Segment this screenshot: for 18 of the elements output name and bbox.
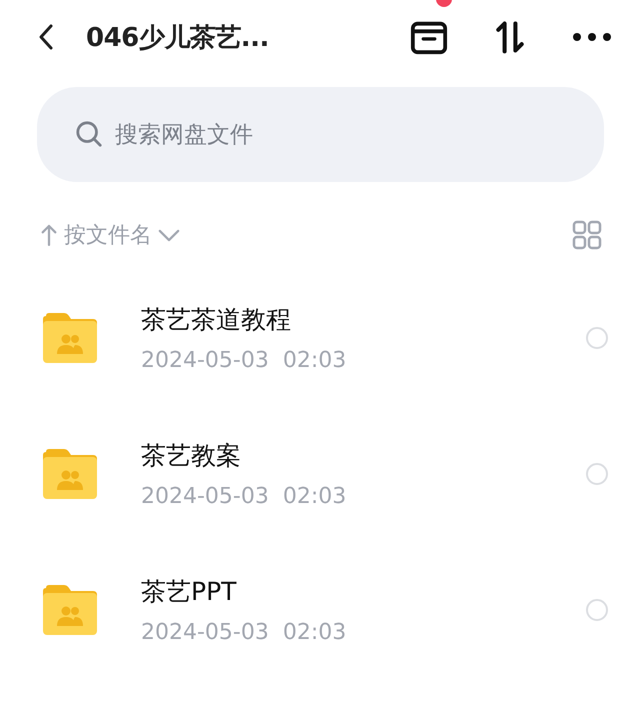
shared-folder-icon (42, 312, 98, 364)
folder-name[interactable]: 茶艺教案 (141, 439, 586, 472)
shared-folder-icon (42, 448, 98, 500)
search-icon (75, 120, 103, 148)
modified-date: 2024-05-03 02:03 (141, 484, 348, 509)
chevron-down-icon (158, 228, 180, 242)
folder-name[interactable]: 茶艺茶道教程 (141, 303, 586, 336)
modified-date: 2024-05-03 02:03 (141, 620, 348, 645)
search-field[interactable]: 搜索网盘文件 (37, 87, 604, 182)
select-checkbox[interactable] (586, 463, 608, 485)
folder-name[interactable]: 茶艺PPT (141, 575, 586, 608)
arrow-up-icon (40, 223, 58, 247)
select-checkbox[interactable] (586, 327, 608, 349)
folder-title: 046少儿茶艺... (86, 22, 269, 54)
select-checkbox[interactable] (586, 599, 608, 621)
more-icon[interactable] (572, 32, 612, 42)
shared-folder-icon (42, 584, 98, 636)
modified-date: 2024-05-03 02:03 (141, 348, 348, 373)
